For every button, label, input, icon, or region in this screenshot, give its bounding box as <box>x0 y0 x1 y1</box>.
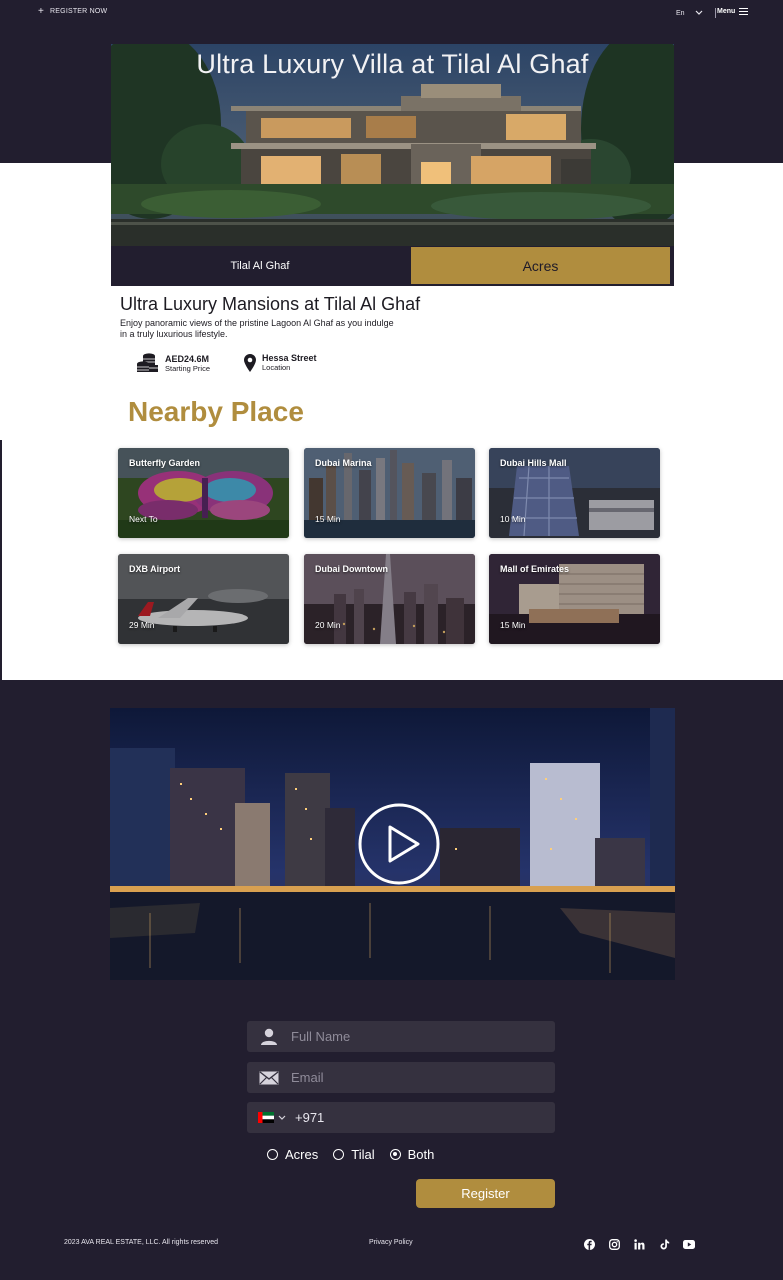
place-name: Dubai Hills Mall <box>500 458 567 468</box>
youtube-icon[interactable] <box>682 1237 696 1251</box>
radio-button[interactable] <box>333 1149 345 1160</box>
tab-tilal-al-ghaf[interactable]: Tilal Al Ghaf <box>111 246 409 286</box>
option-label: Both <box>407 1147 435 1162</box>
uae-flag-icon <box>258 1112 274 1123</box>
project-options: Acres Tilal Both <box>267 1147 449 1162</box>
place-card[interactable]: Mall of Emirates 15 Min <box>489 554 660 644</box>
linkedin-icon[interactable] <box>632 1237 646 1251</box>
phone-field[interactable]: +971 <box>247 1102 555 1133</box>
register-button[interactable]: Register <box>416 1179 555 1208</box>
option-acres[interactable]: Acres <box>267 1147 318 1162</box>
section-heading: Ultra Luxury Mansions at Tilal Al Ghaf <box>120 294 421 314</box>
hamburger-icon <box>739 8 749 15</box>
option-tilal[interactable]: Tilal <box>333 1147 375 1162</box>
top-bar: + REGISTER NOW En Menu <box>0 0 783 28</box>
radio-button[interactable] <box>267 1149 278 1160</box>
location-stat: Hessa Street Location <box>244 353 317 372</box>
plus-icon: + <box>38 6 45 17</box>
nearby-title: Nearby Place <box>128 396 304 427</box>
place-time: 15 Min <box>500 620 526 630</box>
full-name-placeholder: Full Name <box>291 1029 351 1044</box>
option-label: Acres <box>285 1147 319 1162</box>
email-placeholder: Email <box>291 1070 324 1085</box>
price-stat: AED24.6M Starting Price <box>135 352 210 374</box>
place-name: Dubai Downtown <box>315 564 388 574</box>
phone-code: +971 <box>295 1110 325 1125</box>
place-card[interactable]: DXB Airport 29 Min <box>118 554 289 644</box>
copyright-text: 2023 AVA REAL ESTATE, LLC. All rights re… <box>64 1239 219 1246</box>
facebook-icon[interactable] <box>582 1237 596 1251</box>
place-name: Dubai Marina <box>315 458 372 468</box>
location-label: Location <box>262 363 291 372</box>
price-label: Starting Price <box>165 363 211 373</box>
place-time: 20 Min <box>315 620 341 630</box>
tiktok-icon[interactable] <box>657 1237 671 1251</box>
tab-acres[interactable]: Acres <box>411 247 670 284</box>
menu-button[interactable]: Menu <box>717 8 749 15</box>
option-label: Tilal <box>351 1147 375 1162</box>
chevron-down-icon <box>695 10 702 15</box>
place-time: 29 Min <box>129 620 155 630</box>
option-both[interactable]: Both <box>389 1147 435 1162</box>
place-name: DXB Airport <box>129 564 181 574</box>
project-tabs: Tilal Al Ghaf Acres <box>111 246 674 286</box>
coins-icon <box>137 353 158 372</box>
edge-strip <box>0 440 2 680</box>
language-label: En <box>676 9 685 17</box>
user-icon <box>247 1028 291 1046</box>
place-name: Mall of Emirates <box>500 564 570 574</box>
instagram-icon[interactable] <box>607 1237 621 1251</box>
place-time: 15 Min <box>315 514 341 524</box>
place-card[interactable]: Dubai Marina 15 Min <box>304 448 475 538</box>
language-selector[interactable]: En <box>676 8 716 18</box>
place-card[interactable]: Dubai Downtown 20 Min <box>304 554 475 644</box>
place-time: 10 Min <box>500 514 526 524</box>
register-now-link[interactable]: + REGISTER NOW <box>38 6 108 17</box>
country-code-selector[interactable] <box>247 1112 295 1123</box>
chevron-down-icon <box>278 1115 286 1120</box>
envelope-icon <box>247 1070 291 1085</box>
radio-button-selected[interactable] <box>389 1149 401 1160</box>
divider <box>714 8 716 18</box>
video-player[interactable] <box>110 708 675 980</box>
hero-title: Ultra Luxury Villa at Tilal Al Ghaf <box>196 49 589 79</box>
privacy-policy-link[interactable]: Privacy Policy <box>369 1239 413 1246</box>
play-icon[interactable] <box>358 803 440 885</box>
place-card[interactable]: Dubai Hills Mall 10 Min <box>489 448 660 538</box>
place-name: Butterfly Garden <box>129 458 201 468</box>
register-now-label: REGISTER NOW <box>50 8 108 15</box>
location-value: Hessa Street <box>262 353 317 363</box>
email-field[interactable]: Email <box>247 1062 555 1093</box>
map-pin-icon <box>244 353 256 372</box>
full-name-field[interactable]: Full Name <box>247 1021 555 1052</box>
price-value: AED24.6M <box>165 353 210 364</box>
place-time: Next To <box>129 514 158 524</box>
place-card[interactable]: Butterfly Garden Next To <box>118 448 289 538</box>
section-description: Enjoy panoramic views of the pristine La… <box>120 318 394 339</box>
social-links <box>582 1237 696 1251</box>
hero-image: Ultra Luxury Villa at Tilal Al Ghaf <box>111 44 674 246</box>
menu-label: Menu <box>717 8 736 15</box>
